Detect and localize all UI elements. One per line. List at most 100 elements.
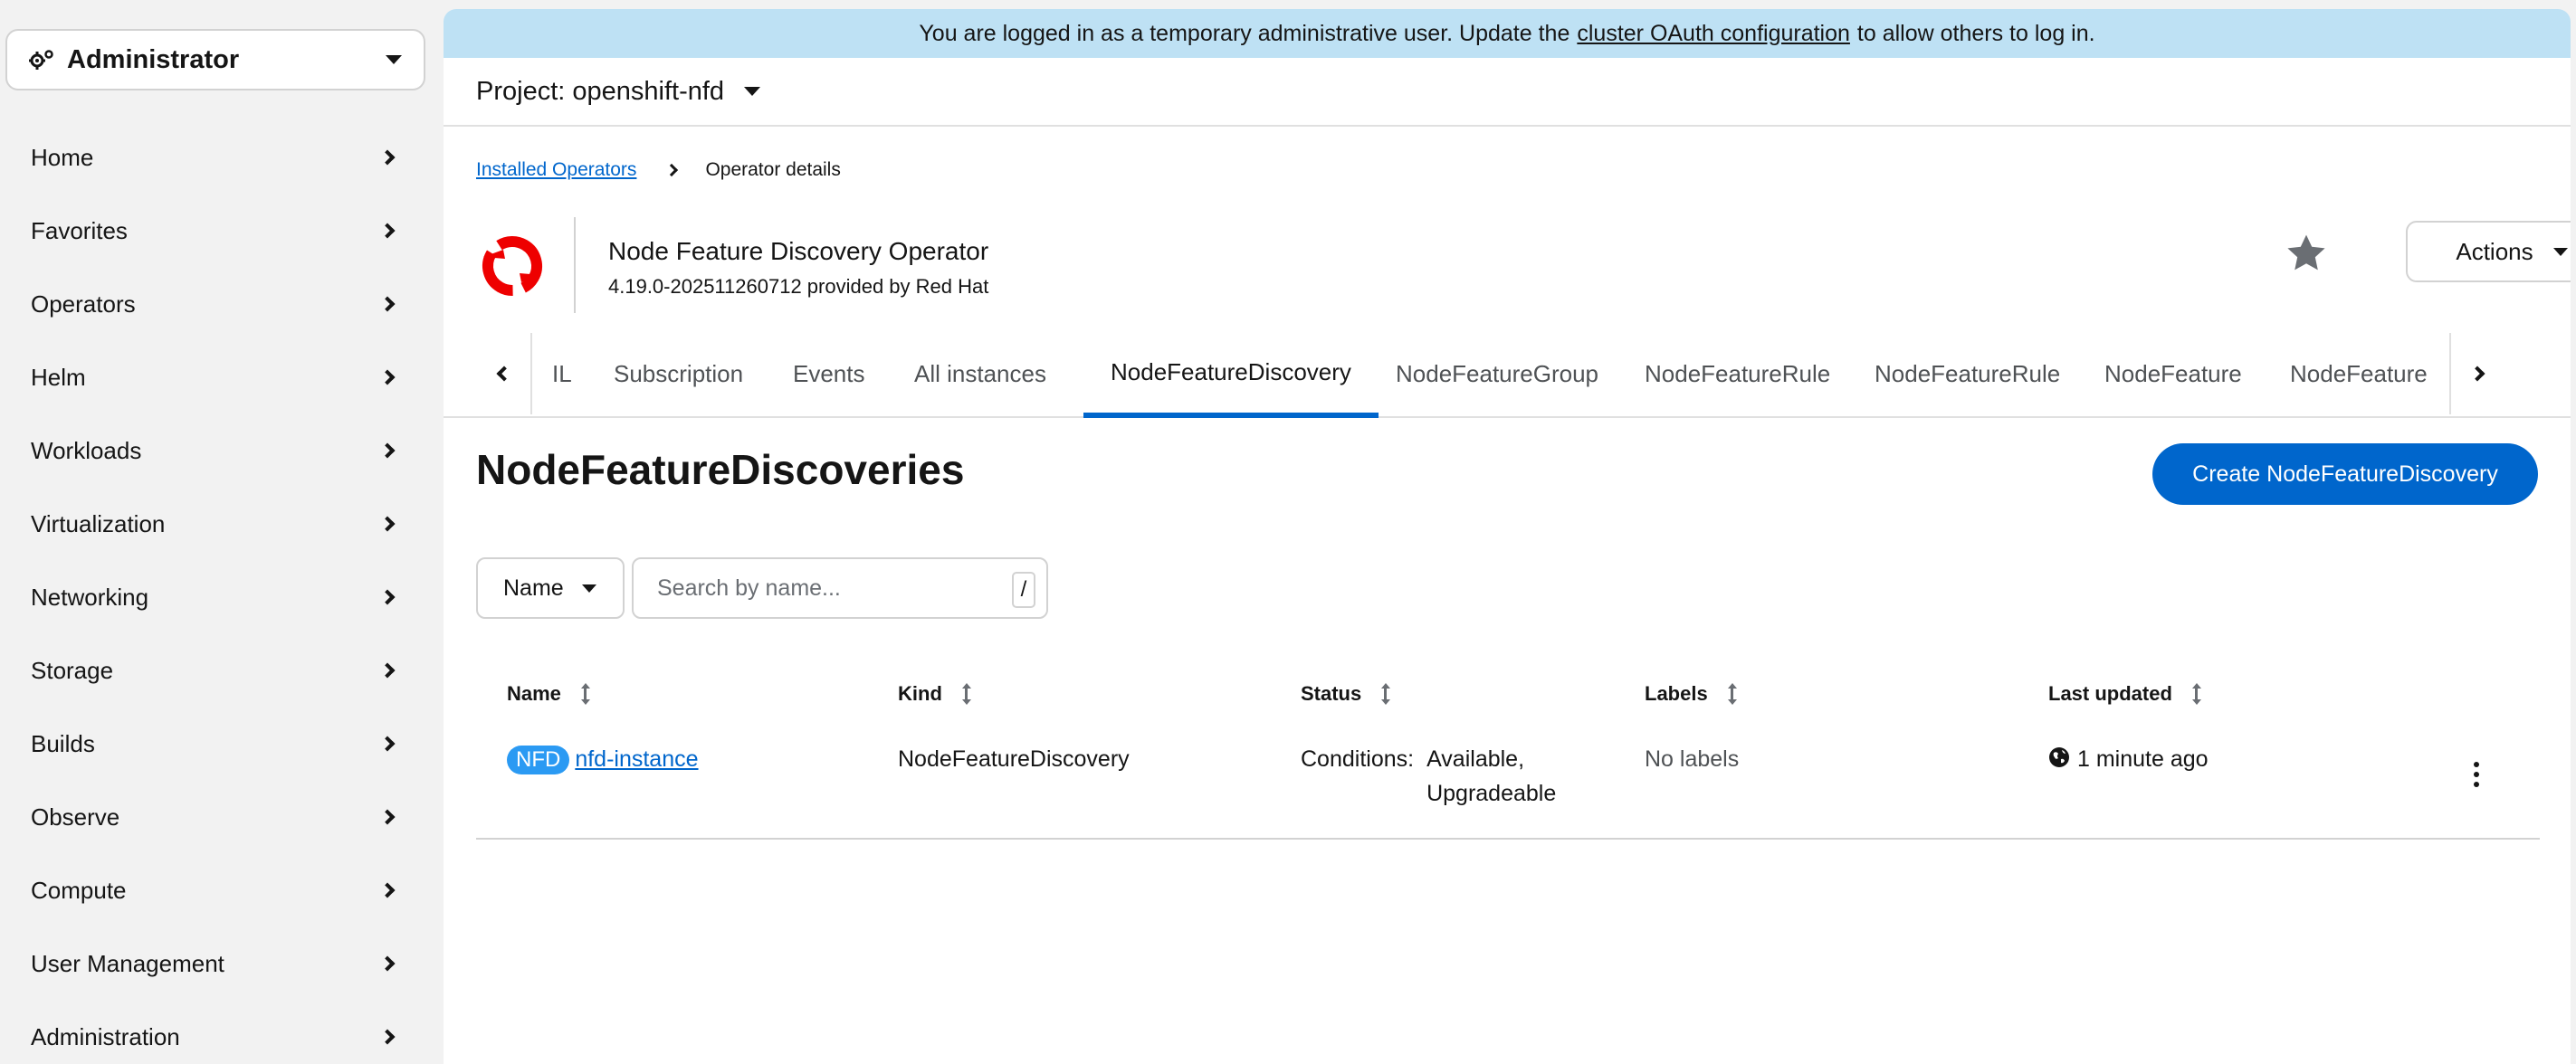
column-header-name[interactable]: Name xyxy=(507,670,590,718)
column-header-last-updated[interactable]: Last updated xyxy=(2048,670,2201,718)
column-label: Name xyxy=(507,682,561,705)
sidebar: Administrator Home Favorites Operators H… xyxy=(0,0,438,1064)
row-actions-kebab-icon[interactable] xyxy=(2467,756,2485,793)
chevron-right-icon xyxy=(379,442,396,459)
breadcrumb-installed-operators[interactable]: Installed Operators xyxy=(476,159,636,181)
column-label: Last updated xyxy=(2048,682,2172,705)
nav-label: Operators xyxy=(31,290,136,318)
star-icon[interactable] xyxy=(2285,232,2328,275)
chevron-right-icon xyxy=(379,296,396,312)
openshift-logo-icon xyxy=(482,236,542,297)
nav-networking[interactable]: Networking xyxy=(0,570,425,624)
nav-label: Helm xyxy=(31,363,86,391)
filter-type-select[interactable]: Name xyxy=(476,557,625,619)
tab-subscription[interactable]: Subscription xyxy=(587,331,770,416)
tab-nodefeaturegroup[interactable]: NodeFeatureGroup xyxy=(1369,331,1626,416)
tab-nodefeature[interactable]: NodeFeature xyxy=(2077,331,2269,416)
nav-storage[interactable]: Storage xyxy=(0,643,425,698)
caret-down-icon xyxy=(744,87,761,96)
chevron-right-icon xyxy=(379,662,396,679)
nav-favorites[interactable]: Favorites xyxy=(0,204,425,258)
chevron-right-icon xyxy=(379,369,396,385)
chevron-right-icon xyxy=(379,589,396,605)
nav-user-management[interactable]: User Management xyxy=(0,936,425,991)
search-input[interactable] xyxy=(634,575,996,602)
sort-icon xyxy=(2191,683,2201,705)
cogs-icon xyxy=(29,50,53,70)
nav-label: Compute xyxy=(31,876,127,904)
nav-label: Networking xyxy=(31,583,149,611)
nav-virtualization[interactable]: Virtualization xyxy=(0,497,425,551)
nav-home[interactable]: Home xyxy=(0,130,425,185)
nav-helm[interactable]: Helm xyxy=(0,350,425,404)
instance-name-link[interactable]: nfd-instance xyxy=(575,746,698,772)
conditions-label: Conditions: xyxy=(1301,746,1415,772)
nav-builds[interactable]: Builds xyxy=(0,717,425,771)
operator-version: 4.19.0-202511260712 provided by Red Hat xyxy=(608,275,989,298)
main-content: You are logged in as a temporary adminis… xyxy=(444,9,2571,1064)
cell-status: Conditions: Available, Upgradeable xyxy=(1301,742,1556,811)
column-header-labels[interactable]: Labels xyxy=(1645,670,1737,718)
tab-nodefeaturerule-2[interactable]: NodeFeatureRule xyxy=(1847,331,2087,416)
nav-label: Virtualization xyxy=(31,509,166,537)
nav-label: Favorites xyxy=(31,216,128,244)
chevron-right-icon xyxy=(379,1029,396,1045)
nav-observe[interactable]: Observe xyxy=(0,790,425,844)
nav-compute[interactable]: Compute xyxy=(0,863,425,917)
column-label: Kind xyxy=(898,682,942,705)
create-nodefeaturediscovery-button[interactable]: Create NodeFeatureDiscovery xyxy=(2152,443,2538,505)
cell-name: NFD nfd-instance xyxy=(507,742,699,776)
banner-text: You are logged in as a temporary adminis… xyxy=(919,20,1570,46)
condition-upgradeable: Upgradeable xyxy=(1426,781,1557,806)
tabs-scroll-left[interactable] xyxy=(478,333,532,414)
table-row: NFD nfd-instance NodeFeatureDiscovery Con… xyxy=(476,742,2540,840)
tab-all-instances[interactable]: All instances xyxy=(887,331,1073,416)
column-header-status[interactable]: Status xyxy=(1301,670,1391,718)
cell-kind: NodeFeatureDiscovery xyxy=(898,746,1130,772)
operator-name: Node Feature Discovery Operator xyxy=(608,237,989,265)
tab-nodefeaturediscovery[interactable]: NodeFeatureDiscovery xyxy=(1083,331,1379,418)
globe-icon xyxy=(2049,747,2069,767)
nav-administration[interactable]: Administration xyxy=(0,1010,425,1064)
project-selector[interactable]: Project: openshift-nfd xyxy=(444,58,2571,127)
nav-label: Administration xyxy=(31,1022,180,1050)
banner-text-after: to allow others to log in. xyxy=(1856,20,2095,46)
temp-admin-banner: You are logged in as a temporary adminis… xyxy=(444,9,2571,58)
chevron-right-icon xyxy=(379,809,396,825)
sort-icon xyxy=(961,683,971,705)
cell-labels: No labels xyxy=(1645,746,1740,772)
operator-tabs: IL Subscription Events All instances Nod… xyxy=(444,331,2571,418)
chevron-right-icon xyxy=(2469,366,2485,382)
chevron-right-icon xyxy=(379,516,396,532)
tab-nodefeaturerule[interactable]: NodeFeatureRule xyxy=(1617,331,1857,416)
oauth-config-link[interactable]: cluster OAuth configuration xyxy=(1577,21,1850,47)
column-header-kind[interactable]: Kind xyxy=(898,670,971,718)
nav-operators[interactable]: Operators xyxy=(0,277,425,331)
nav-label: Builds xyxy=(31,729,95,757)
conditions-values: Available, Upgradeable xyxy=(1426,742,1556,811)
chevron-right-icon xyxy=(379,882,396,898)
filter-type-value: Name xyxy=(503,575,564,601)
shortcut-key-hint: / xyxy=(1012,572,1035,608)
perspective-label: Administrator xyxy=(67,44,240,74)
condition-available: Available, xyxy=(1426,746,1525,772)
nav-workloads[interactable]: Workloads xyxy=(0,423,425,478)
actions-dropdown[interactable]: Actions xyxy=(2406,221,2571,282)
chevron-right-icon xyxy=(379,223,396,239)
page-title: NodeFeatureDiscoveries xyxy=(476,446,965,493)
breadcrumb: Installed Operators Operator details xyxy=(476,159,841,181)
column-label: Status xyxy=(1301,682,1362,705)
search-box: / xyxy=(632,557,1048,619)
project-label: Project: openshift-nfd xyxy=(476,76,725,106)
nav-label: User Management xyxy=(31,949,224,977)
chevron-right-icon xyxy=(379,149,396,166)
sort-icon xyxy=(1727,683,1737,705)
perspective-switcher[interactable]: Administrator xyxy=(5,29,425,90)
console-app: Administrator Home Favorites Operators H… xyxy=(0,0,2576,1064)
operator-header: Node Feature Discovery Operator 4.19.0-2… xyxy=(476,217,2571,317)
tabs-scroll-right[interactable] xyxy=(2449,333,2504,414)
tab-nodefeature-2[interactable]: NodeFeature xyxy=(2263,331,2455,416)
tab-events[interactable]: Events xyxy=(766,331,892,416)
caret-down-icon xyxy=(2552,247,2568,256)
nav-label: Home xyxy=(31,143,94,171)
